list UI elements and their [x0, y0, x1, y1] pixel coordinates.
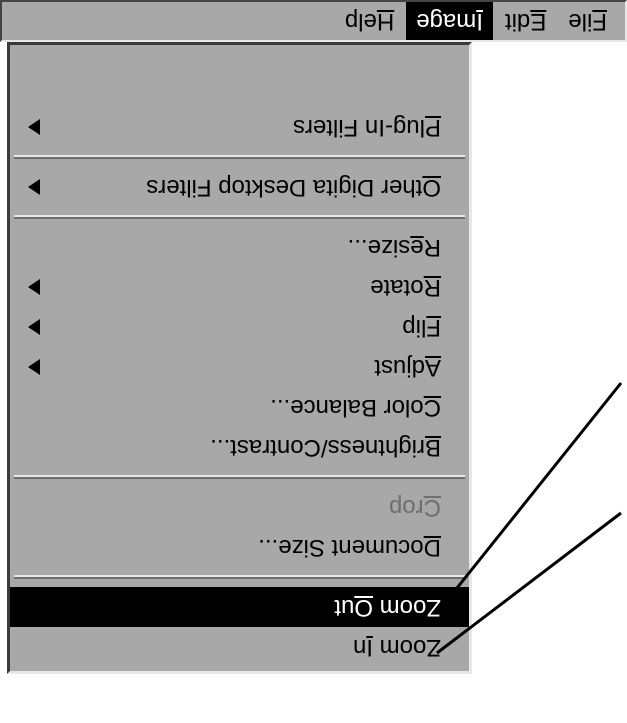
submenu-arrow-icon [28, 119, 40, 135]
submenu-arrow-icon [28, 359, 40, 375]
menu-item-label-post: n [353, 634, 366, 661]
image-menu-dropdown: Zoom InZoom OutDocument Size...CropBrigh… [7, 42, 472, 674]
menubar-label-post: elp [345, 8, 377, 35]
menubar-label-mnemonic: I [476, 8, 483, 35]
menu-item-other-digita-desktop-filters[interactable]: Other Digita Desktop Filters [10, 167, 469, 207]
menubar-item-help[interactable]: Help [335, 2, 404, 40]
menu-item-label-mnemonic: e [410, 234, 423, 261]
menu-item-zoom-out[interactable]: Zoom Out [10, 587, 469, 627]
menubar: FileEditImageHelp [0, 0, 627, 42]
menubar-label-post: dit [505, 8, 530, 35]
menu-separator [14, 215, 465, 219]
menu-item-label-mnemonic: O [422, 174, 441, 201]
menu-item-label-mnemonic: D [424, 534, 441, 561]
menu-item-label-pre: Zoom [373, 634, 441, 661]
menu-item-label-post: ocument Size... [258, 534, 423, 561]
menubar-item-image[interactable]: Image [406, 2, 493, 40]
menu-item-label-post: djust [374, 354, 425, 381]
menu-item-label-mnemonic: B [425, 434, 441, 461]
menu-item-label-pre: R [424, 234, 441, 261]
menu-item-label-post: lip [402, 314, 426, 341]
menu-item-label-post: rop [389, 494, 424, 521]
menu-item-label-post: ther Digita Desktop Filters [146, 174, 422, 201]
menubar-label-mnemonic: F [592, 8, 607, 35]
menubar-label-mnemonic: H [377, 8, 394, 35]
menu-item-rotate[interactable]: Rotate [10, 267, 469, 307]
menu-item-label-mnemonic: F [426, 314, 441, 341]
menu-item-label-post: size... [348, 234, 411, 261]
menu-item-label-mnemonic: C [424, 494, 441, 521]
submenu-arrow-icon [28, 279, 40, 295]
menu-separator [14, 155, 465, 159]
menu-item-label-post: otate [370, 274, 423, 301]
menu-item-resize[interactable]: Resize... [10, 227, 469, 267]
menu-item-adjust[interactable]: Adjust [10, 347, 469, 387]
menubar-label-post: ile [568, 8, 592, 35]
menu-item-plug-in-filters[interactable]: Plug-In Filters [10, 107, 469, 147]
menubar-label-post: mage [416, 8, 476, 35]
submenu-arrow-icon [28, 319, 40, 335]
menu-item-label-mnemonic: O [354, 594, 373, 621]
submenu-arrow-icon [28, 179, 40, 195]
menu-item-label-post: lug-In Filters [293, 114, 425, 141]
menu-item-brightness-contrast[interactable]: Brightness/Contrast... [10, 427, 469, 467]
menubar-item-file[interactable]: File [558, 2, 617, 40]
menu-item-color-balance[interactable]: Color Balance... [10, 387, 469, 427]
menu-item-label-mnemonic: R [424, 274, 441, 301]
menu-item-document-size[interactable]: Document Size... [10, 527, 469, 567]
menu-item-label-mnemonic: C [424, 394, 441, 421]
menu-item-label-post: olor Balance... [270, 394, 423, 421]
menu-item-label-post: ut [334, 594, 354, 621]
menu-item-crop: Crop [10, 487, 469, 527]
menu-item-label-post: rightness/Contrast... [210, 434, 425, 461]
menubar-label-mnemonic: E [530, 8, 546, 35]
menu-separator [14, 475, 465, 479]
menubar-item-edit[interactable]: Edit [495, 2, 556, 40]
menu-item-label-mnemonic: A [425, 354, 441, 381]
menu-item-label-pre: Zoom [373, 594, 441, 621]
menu-separator [14, 575, 465, 579]
menu-item-label-mnemonic: P [425, 114, 441, 141]
menu-item-zoom-in[interactable]: Zoom In [10, 627, 469, 667]
menu-item-label-mnemonic: I [366, 634, 373, 661]
menu-item-flip[interactable]: Flip [10, 307, 469, 347]
